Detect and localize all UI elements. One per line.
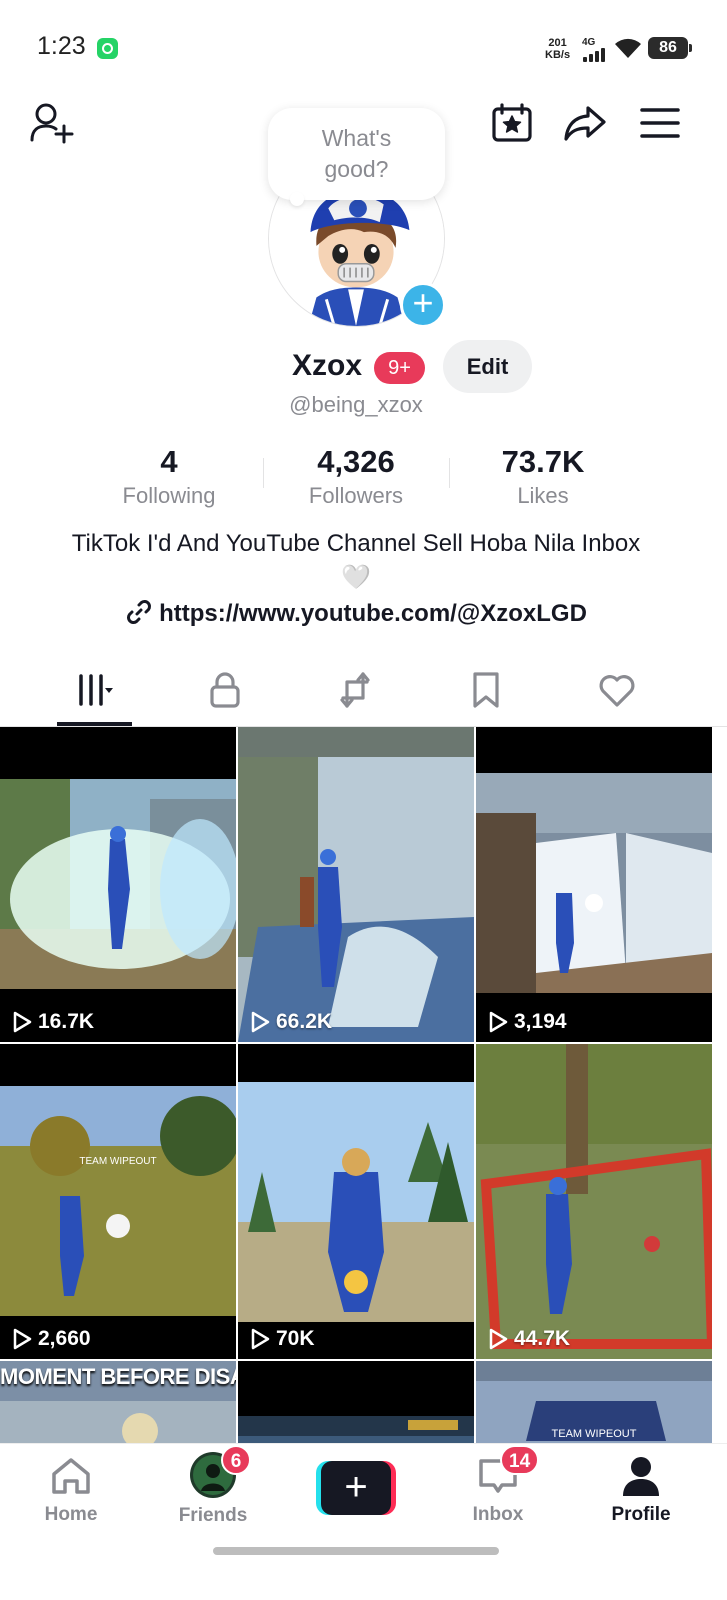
play-icon: [251, 1011, 270, 1033]
stat-followers-value: 4,326: [317, 444, 395, 479]
stat-divider: [263, 458, 264, 488]
view-count-value: 44.7K: [514, 1327, 571, 1350]
link-icon: [127, 600, 152, 624]
nav-home[interactable]: Home: [16, 1454, 126, 1526]
video-thumbnail: [0, 779, 236, 989]
nav-friends[interactable]: Friends: [158, 1452, 268, 1527]
network-speed-unit: KB/s: [545, 49, 571, 61]
video-tile[interactable]: [238, 1361, 474, 1443]
svg-text:TEAM WIPEOUT: TEAM WIPEOUT: [79, 1156, 156, 1167]
stat-followers[interactable]: 4,326 Followers: [276, 444, 436, 510]
menu-icon[interactable]: [637, 100, 683, 146]
video-tile[interactable]: 44.7K: [476, 1044, 712, 1359]
inbox-badge: 14: [500, 1445, 540, 1475]
heart-icon: [599, 675, 635, 707]
play-icon: [489, 1011, 508, 1033]
stat-following[interactable]: 4 Following: [89, 444, 249, 510]
plus-icon: +: [321, 1461, 391, 1515]
view-count: 70K: [250, 1327, 315, 1351]
profile-username: @being_xzox: [289, 392, 423, 417]
view-count-value: 70K: [276, 1327, 315, 1350]
view-count: 2,660: [12, 1327, 91, 1351]
video-tile[interactable]: MOMENT BEFORE DISASTER...: [0, 1361, 236, 1443]
video-thumbnail: [238, 727, 474, 1042]
svg-text:TEAM WIPEOUT: TEAM WIPEOUT: [552, 1428, 637, 1440]
video-thumbnail: TEAM WIPEOUT: [0, 1086, 236, 1316]
share-icon[interactable]: [562, 100, 608, 146]
view-count: 16.7K: [12, 1010, 94, 1034]
tab-favorites[interactable]: [451, 662, 521, 718]
wifi-icon: [614, 36, 642, 60]
nav-profile[interactable]: Profile: [586, 1454, 696, 1526]
view-count: 44.7K: [488, 1327, 570, 1351]
lock-icon: [210, 672, 240, 708]
video-tile[interactable]: 66.2K: [238, 727, 474, 1042]
view-count-value: 66.2K: [276, 1010, 333, 1033]
battery-icon: 86: [648, 37, 692, 59]
profile-icon: [623, 1457, 659, 1496]
profile-bio: TikTok I'd And YouTube Channel Sell Hoba…: [71, 530, 641, 591]
add-friend-icon[interactable]: [28, 100, 74, 146]
stat-followers-label: Followers: [308, 483, 404, 508]
status-bar: 1:23 201 KB/s 4G 86: [0, 0, 727, 96]
home-icon: [52, 1458, 90, 1494]
signal-icon: [583, 48, 607, 62]
view-count: 66.2K: [250, 1010, 332, 1034]
video-tile[interactable]: TEAM WIPEOUT: [476, 1361, 712, 1443]
status-bubble[interactable]: What's good?: [268, 108, 445, 206]
profile-name: Xzox: [292, 349, 363, 382]
video-thumbnail: [238, 1082, 474, 1322]
stat-likes-label: Likes: [517, 483, 569, 508]
play-icon: [13, 1011, 32, 1033]
tab-private[interactable]: [190, 662, 260, 718]
whatsapp-notification-icon: [97, 38, 118, 59]
stat-following-value: 4: [160, 444, 178, 479]
video-tile[interactable]: 3,194: [476, 727, 712, 1042]
create-button[interactable]: +: [316, 1461, 396, 1515]
video-grid: 16.7K 66.2K 3,194 TEAM WIPEOUT 2,660 70K…: [0, 727, 712, 1443]
bottom-nav: Home Friends 6 + Inbox 14 Profile: [0, 1443, 727, 1600]
video-caption: MOMENT BEFORE DISASTER...: [0, 1364, 236, 1389]
play-icon: [251, 1328, 270, 1350]
video-thumbnail: [476, 1044, 712, 1359]
view-count-value: 2,660: [38, 1327, 91, 1350]
view-count-value: 16.7K: [38, 1010, 95, 1033]
bookmark-icon: [473, 672, 499, 708]
notification-badge[interactable]: 9+: [374, 352, 425, 384]
view-count-value: 3,194: [514, 1010, 567, 1033]
status-time: 1:23: [37, 32, 86, 60]
videos-grid-icon: [79, 674, 113, 706]
play-icon: [13, 1328, 32, 1350]
profile-link-text: https://www.youtube.com/@XzoxLGD: [159, 600, 587, 627]
friends-badge: 6: [221, 1445, 251, 1475]
calendar-star-icon[interactable]: [489, 100, 535, 146]
stat-divider: [449, 458, 450, 488]
view-count: 3,194: [488, 1010, 567, 1034]
network-speed: 201 KB/s: [545, 37, 570, 61]
nav-friends-label: Friends: [178, 1505, 248, 1526]
video-tile[interactable]: TEAM WIPEOUT 2,660: [0, 1044, 236, 1359]
video-thumbnail: TEAM WIPEOUT: [476, 1361, 712, 1443]
edit-profile-button[interactable]: Edit: [443, 340, 532, 393]
add-story-icon[interactable]: +: [400, 282, 446, 328]
nav-home-label: Home: [44, 1504, 98, 1525]
play-icon: [489, 1328, 508, 1350]
video-thumbnail: [238, 1416, 474, 1443]
nav-inbox-label: Inbox: [472, 1504, 524, 1525]
video-tile[interactable]: 16.7K: [0, 727, 236, 1042]
video-tile[interactable]: 70K: [238, 1044, 474, 1359]
network-speed-value: 201: [548, 37, 567, 49]
tab-videos[interactable]: [60, 662, 130, 718]
repost-icon: [340, 672, 370, 708]
home-indicator[interactable]: [213, 1547, 499, 1555]
profile-link[interactable]: https://www.youtube.com/@XzoxLGD: [0, 598, 712, 628]
network-type: 4G: [582, 37, 596, 48]
tab-reposts[interactable]: [320, 662, 390, 718]
tab-liked[interactable]: [582, 662, 652, 718]
video-thumbnail: [476, 773, 712, 993]
stat-likes-value: 73.7K: [501, 444, 585, 479]
stat-likes[interactable]: 73.7K Likes: [463, 444, 623, 510]
stat-following-label: Following: [122, 483, 216, 508]
nav-profile-label: Profile: [611, 1504, 671, 1525]
